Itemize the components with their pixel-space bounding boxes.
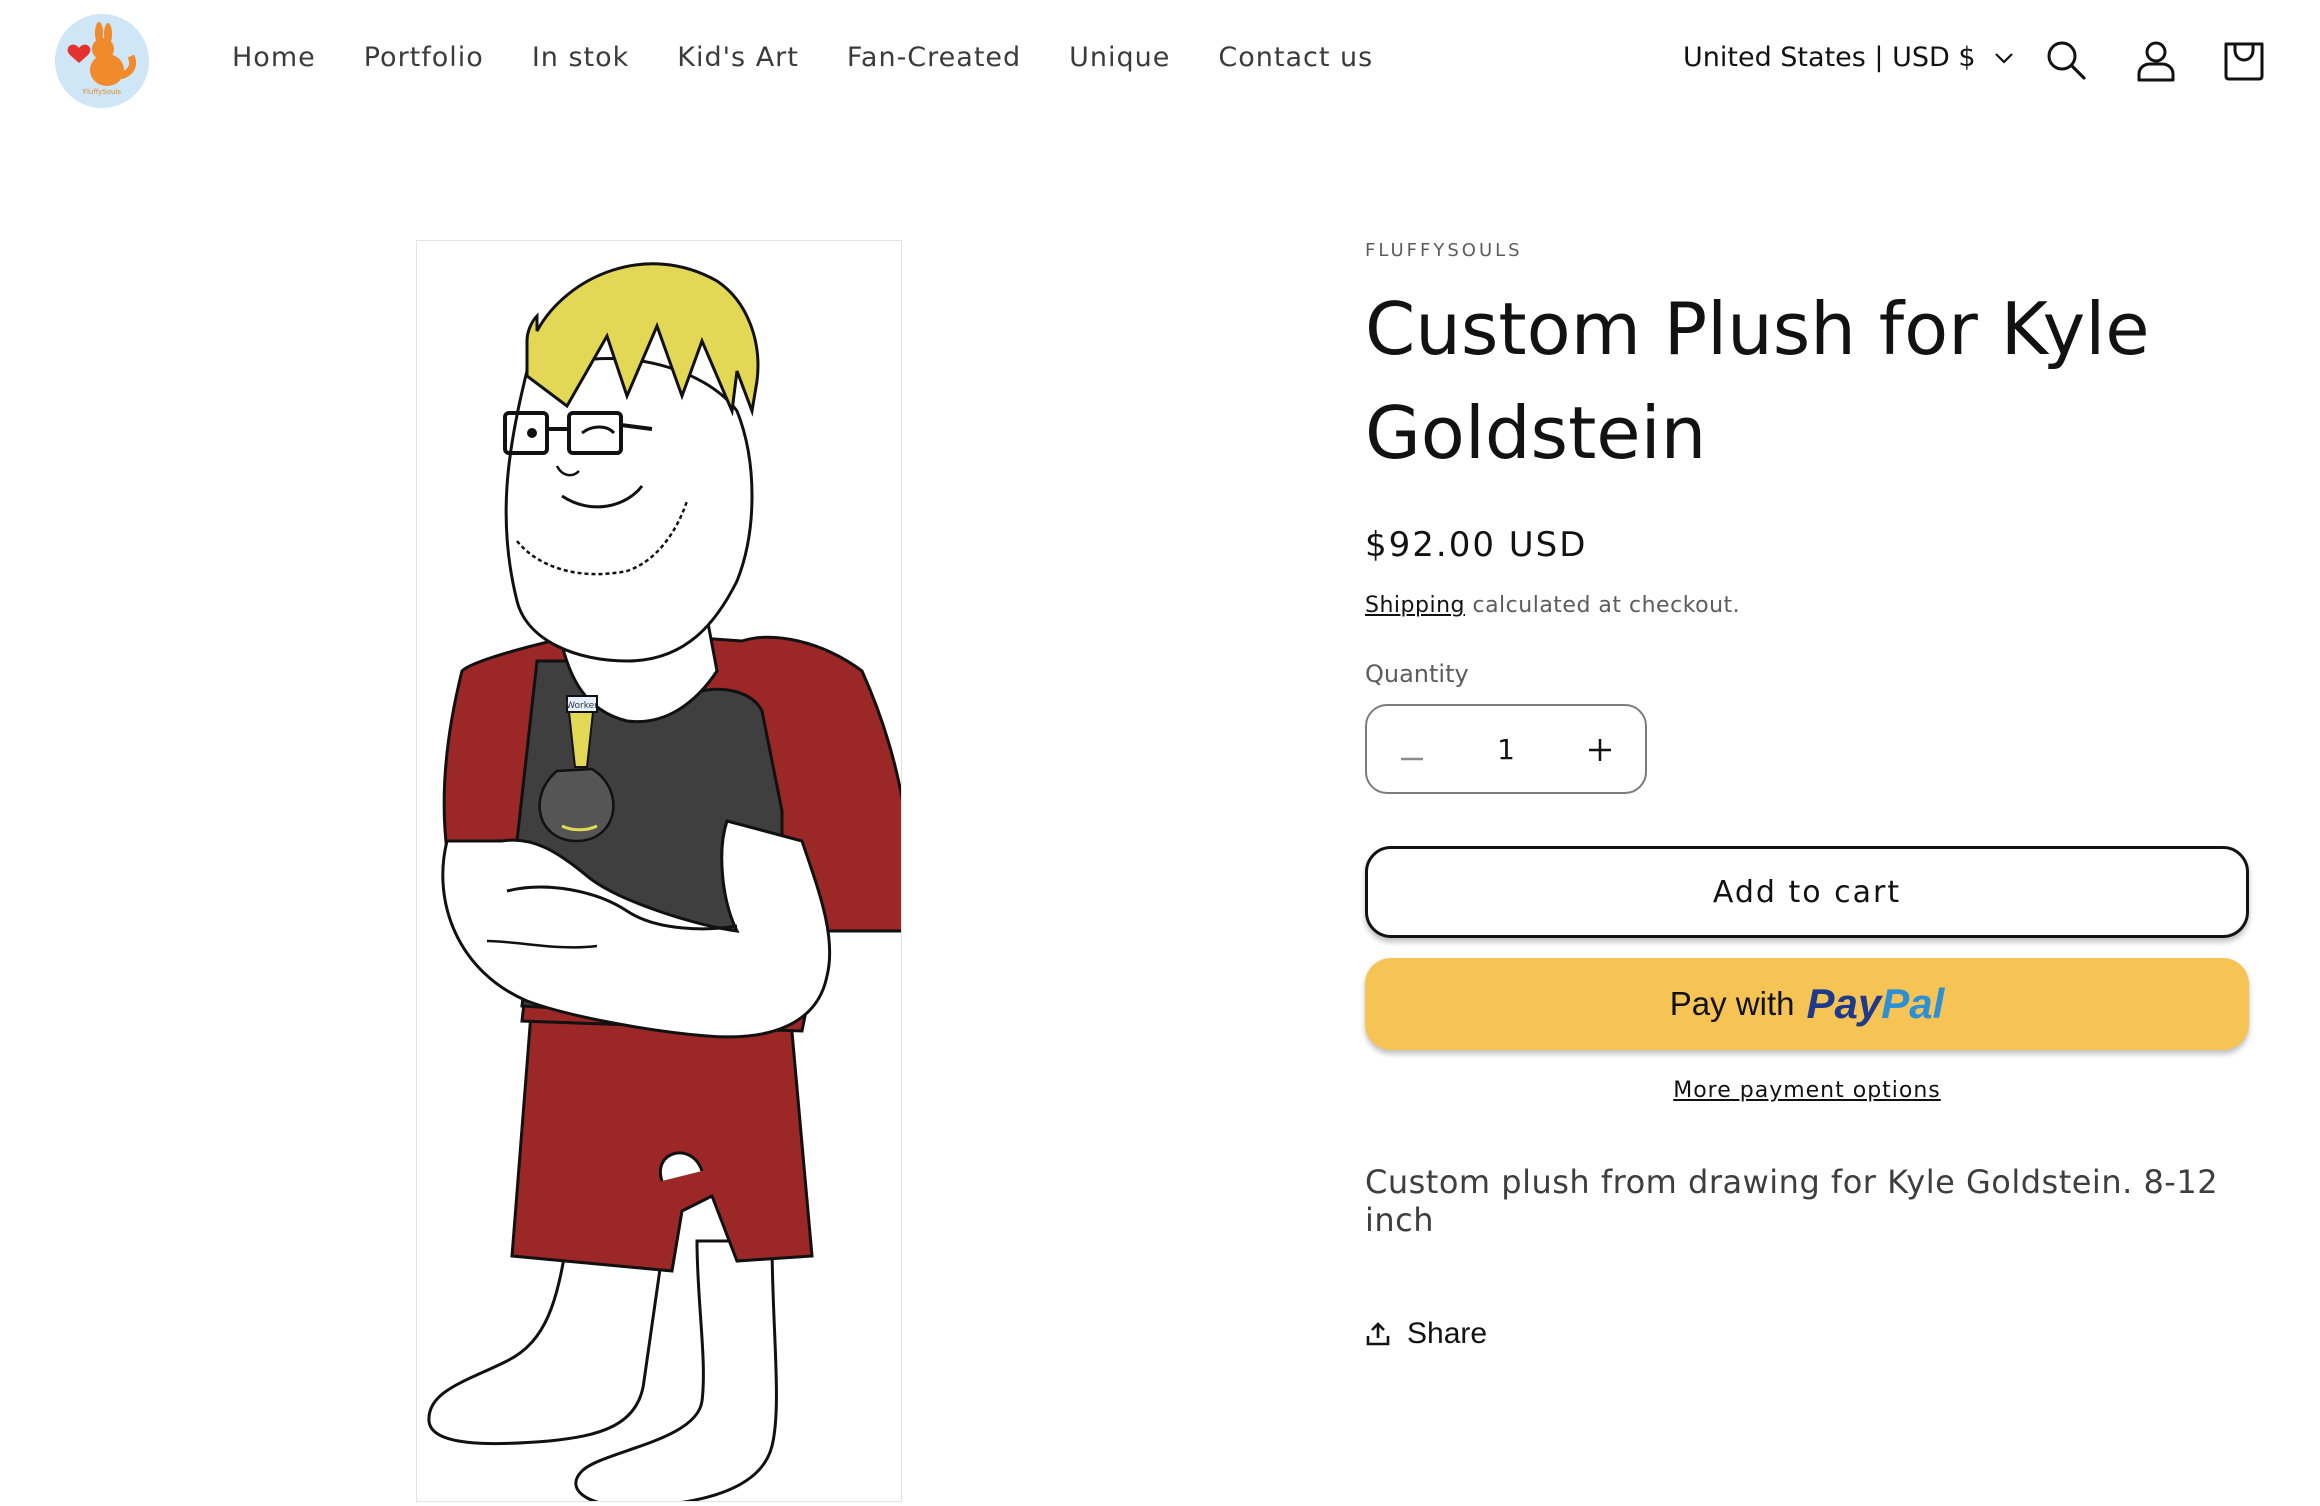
locale-label: United States | USD $: [1683, 42, 1976, 73]
chevron-down-icon: [1994, 52, 2013, 64]
cart-icon[interactable]: [2222, 38, 2266, 82]
quantity-decrease-button[interactable]: [1367, 706, 1457, 792]
nav-home[interactable]: Home: [232, 42, 316, 73]
store-logo[interactable]: FluffySouls: [55, 14, 149, 108]
paypal-logo: PayPal: [1806, 980, 1945, 1027]
nav-contact-us[interactable]: Contact us: [1218, 42, 1373, 73]
main-nav: Home Portfolio In stok Kid's Art Fan-Cre…: [232, 42, 1421, 73]
country-currency-selector[interactable]: United States | USD $: [1683, 42, 2014, 73]
minus-icon: [1401, 757, 1423, 760]
nav-kids-art[interactable]: Kid's Art: [677, 42, 799, 73]
product-vendor: FLUFFYSOULS: [1365, 240, 1523, 261]
quantity-input[interactable]: [1464, 731, 1548, 767]
quantity-increase-button[interactable]: [1555, 706, 1645, 792]
product-title: Custom Plush for Kyle Goldstein: [1365, 287, 2150, 475]
add-to-cart-button[interactable]: Add to cart: [1365, 846, 2249, 938]
nav-fan-created[interactable]: Fan-Created: [847, 42, 1021, 73]
shipping-note: Shipping calculated at checkout.: [1365, 593, 2255, 618]
site-header: FluffySouls Home Portfolio In stok Kid's…: [0, 0, 2320, 124]
nav-portfolio[interactable]: Portfolio: [364, 42, 484, 73]
search-icon[interactable]: [2044, 38, 2088, 82]
logo-text: FluffySouls: [83, 88, 121, 96]
product-info: FLUFFYSOULS Custom Plush for Kyle Goldst…: [1365, 240, 2255, 1351]
paypal-prefix: Pay with: [1669, 985, 1795, 1022]
share-button[interactable]: Share: [1365, 1317, 2255, 1351]
share-label: Share: [1407, 1317, 1488, 1350]
shipping-text: calculated at checkout.: [1464, 593, 1741, 618]
shipping-link[interactable]: Shipping: [1365, 593, 1465, 618]
quantity-stepper: [1365, 704, 1647, 794]
product-image[interactable]: Worker: [416, 240, 913, 1506]
plush-drawing: Worker: [427, 262, 913, 1506]
more-payment-options-link[interactable]: More payment options: [1673, 1078, 1941, 1103]
badge-label: Worker: [566, 701, 598, 711]
logo-image: FluffySouls: [55, 14, 149, 108]
account-icon[interactable]: [2134, 38, 2178, 82]
nav-in-stok[interactable]: In stok: [532, 42, 629, 73]
quantity-label: Quantity: [1365, 660, 1469, 688]
nav-unique[interactable]: Unique: [1069, 42, 1170, 73]
more-payment-options: More payment options: [1365, 1078, 2249, 1103]
share-icon: [1366, 1322, 1390, 1346]
paypal-button[interactable]: Pay with PayPal: [1365, 958, 2249, 1050]
product-price: $92.00 USD: [1365, 525, 1588, 565]
product-description: Custom plush from drawing for Kyle Golds…: [1365, 1163, 2219, 1239]
plus-icon: [1589, 738, 1611, 761]
